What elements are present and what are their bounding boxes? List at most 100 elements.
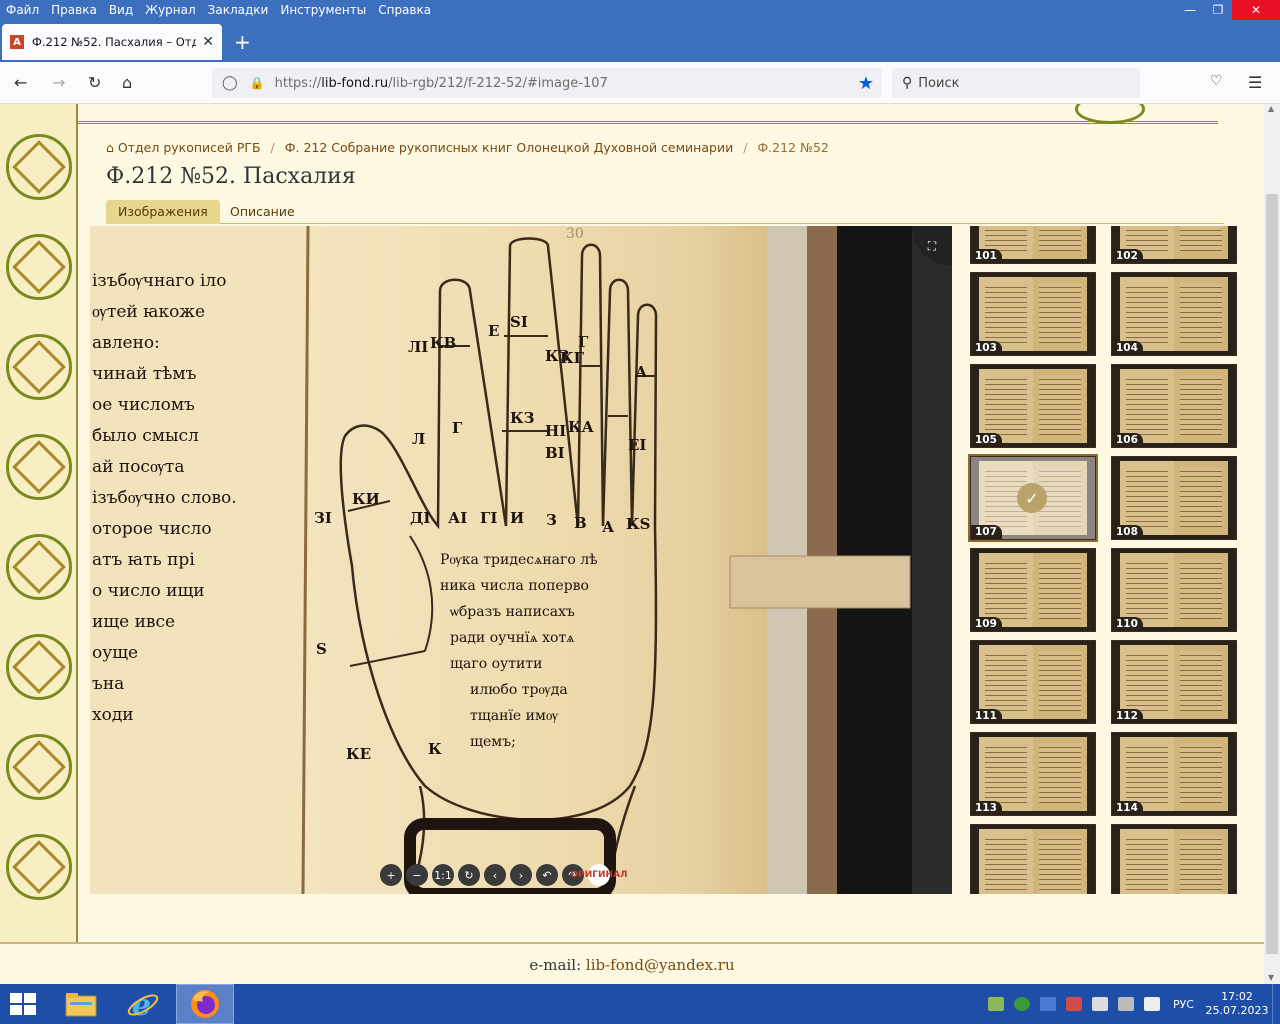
image-viewer[interactable]: 30 ізъбѹчнаго іло ѹтей ꙗкоже авлено: чинай … (90, 226, 952, 894)
url-text[interactable]: https://lib-fond.ru/lib-rgb/212/f-212-52… (275, 76, 608, 91)
rotate-left-button[interactable]: ↶ (536, 864, 558, 886)
footer-email-label: e-mail: (529, 956, 582, 974)
restore-icon[interactable]: ❐ (1204, 0, 1232, 20)
bookmark-star-icon[interactable]: ★ (858, 73, 874, 94)
tray-update-icon[interactable] (1013, 997, 1030, 1011)
thumbnail-110[interactable]: 110 (1111, 548, 1237, 632)
hand-label: Ѕ (316, 640, 327, 658)
new-tab-icon[interactable]: + (234, 30, 251, 54)
manuscript-line: было смысл (92, 426, 199, 446)
palm-text-line: илюбо трѹда (470, 682, 568, 698)
address-bar[interactable]: ◯ 🔒 https://lib-fond.ru/lib-rgb/212/f-21… (212, 68, 882, 98)
thumbnail-text-lines (1039, 559, 1081, 619)
next-image-button[interactable]: › (510, 864, 532, 886)
actual-size-button[interactable]: 1:1 (432, 864, 454, 886)
firefox-icon[interactable] (176, 984, 234, 1024)
show-desktop-button[interactable] (1272, 984, 1280, 1024)
menu-file[interactable]: Файл (0, 3, 45, 17)
thumbnail-text-lines (985, 375, 1027, 435)
forward-icon[interactable]: → (52, 73, 65, 92)
scrollbar-thumb[interactable] (1266, 194, 1278, 954)
manuscript-line: ізъбѹчно слово. (92, 488, 237, 508)
tray-app-icon[interactable] (1039, 997, 1056, 1011)
close-window-icon[interactable]: ✕ (1232, 0, 1280, 20)
manuscript-line: авлено: (92, 333, 160, 353)
hamburger-menu-icon[interactable]: ☰ (1248, 73, 1262, 92)
menu-history[interactable]: Журнал (139, 3, 202, 17)
original-button[interactable]: ОРИГИНАЛ (570, 864, 628, 886)
thumbnail-111[interactable]: 111 (970, 640, 1096, 724)
home-icon[interactable]: ⌂ (106, 140, 114, 155)
menu-tools[interactable]: Инструменты (274, 3, 372, 17)
tray-network-icon[interactable] (1117, 997, 1134, 1011)
footer-email-link[interactable]: lib-fond@yandex.ru (586, 956, 735, 974)
thumbnail-112[interactable]: 112 (1111, 640, 1237, 724)
previous-image-button[interactable]: ‹ (484, 864, 506, 886)
menu-edit[interactable]: Правка (45, 3, 103, 17)
tab-images[interactable]: Изображения (106, 200, 220, 224)
scroll-down-icon[interactable]: ▼ (1268, 973, 1274, 982)
home-icon[interactable]: ⌂ (122, 73, 132, 92)
back-icon[interactable]: ← (14, 73, 27, 92)
shield-icon[interactable]: ◯ (222, 75, 238, 91)
menu-view[interactable]: Вид (103, 3, 139, 17)
thumbnail-page[interactable] (1111, 824, 1237, 894)
hand-label: А (602, 518, 615, 536)
internet-explorer-icon[interactable]: e (114, 984, 172, 1024)
close-tab-icon[interactable]: ✕ (202, 34, 214, 50)
menu-bar: Файл Правка Вид Журнал Закладки Инструме… (0, 0, 1280, 20)
page-scrollbar[interactable]: ▲ ▼ (1264, 104, 1280, 984)
thumbnail-107[interactable]: ✓ 107 (968, 454, 1098, 542)
thumbnail-103[interactable]: 103 (970, 272, 1096, 356)
thumbnail-number: 105 (971, 433, 1002, 447)
thumbnail-108[interactable]: 108 (1111, 456, 1237, 540)
thumbnail-text-lines (985, 283, 1027, 343)
clock[interactable]: 17:02 25.07.2023 (1202, 990, 1272, 1018)
thumbnail-102[interactable]: 102 (1111, 226, 1237, 264)
tray-security-icon[interactable] (1065, 997, 1082, 1011)
browser-tab[interactable]: A Ф.212 №52. Пасхалия – Отдел р ✕ (2, 24, 222, 60)
zoom-out-button[interactable]: − (406, 864, 428, 886)
thumbnail-106[interactable]: 106 (1111, 364, 1237, 448)
manuscript-line: чинай тѣмъ (92, 364, 197, 384)
manuscript-line: ізъбѹчнаго іло (92, 271, 226, 291)
thumbnail-105[interactable]: 105 (970, 364, 1096, 448)
menu-bookmarks[interactable]: Закладки (202, 3, 275, 17)
tab-description[interactable]: Описание (218, 200, 307, 224)
reset-button[interactable]: ↻ (458, 864, 480, 886)
tab-title: Ф.212 №52. Пасхалия – Отдел р (32, 35, 197, 49)
thumbnail-text-lines (1126, 743, 1168, 803)
search-input[interactable]: ⚲ Поиск (892, 68, 1140, 98)
hand-label: КЅ (626, 515, 650, 533)
scroll-up-icon[interactable]: ▲ (1268, 104, 1274, 113)
language-indicator[interactable]: РУС (1173, 998, 1194, 1011)
tray-printer-icon[interactable] (1091, 997, 1108, 1011)
zoom-in-button[interactable]: + (380, 864, 402, 886)
volume-icon[interactable] (1143, 997, 1160, 1011)
thumbnail-text-lines (1126, 835, 1168, 894)
manuscript-line: атъ ꙗть прі (92, 550, 195, 570)
manuscript-line: ходи (92, 705, 134, 725)
pocket-icon[interactable]: ♡ (1210, 73, 1223, 89)
menu-help[interactable]: Справка (372, 3, 437, 17)
minimize-icon[interactable]: — (1176, 0, 1204, 20)
thumbnail-text-lines (1180, 467, 1222, 527)
thumbnail-109[interactable]: 109 (970, 548, 1096, 632)
thumbnail-104[interactable]: 104 (1111, 272, 1237, 356)
lock-icon[interactable]: 🔒 (250, 76, 265, 90)
thumbnail-114[interactable]: 114 (1111, 732, 1237, 816)
thumbnail-113[interactable]: 113 (970, 732, 1096, 816)
reload-icon[interactable]: ↻ (88, 73, 101, 92)
hand-label: ЅІ (510, 313, 528, 331)
windows-start-icon[interactable] (10, 993, 38, 1017)
breadcrumb-link-rgb[interactable]: Отдел рукописей РГБ (118, 140, 261, 155)
manuscript-image[interactable]: 30 ізъбѹчнаго іло ѹтей ꙗкоже авлено: чинай … (90, 226, 952, 894)
thumbnail-text-lines (1039, 226, 1081, 251)
tray-network-status-icon[interactable] (987, 997, 1004, 1011)
thumbnail-text-lines (1039, 835, 1081, 894)
thumbnail-101[interactable]: 101 (970, 226, 1096, 264)
file-explorer-icon[interactable] (52, 984, 110, 1024)
thumbnail-page[interactable] (970, 824, 1096, 894)
breadcrumb-link-collection[interactable]: Ф. 212 Собрание рукописных книг Олонецко… (285, 140, 733, 155)
thumbnail-text-lines (985, 559, 1027, 619)
